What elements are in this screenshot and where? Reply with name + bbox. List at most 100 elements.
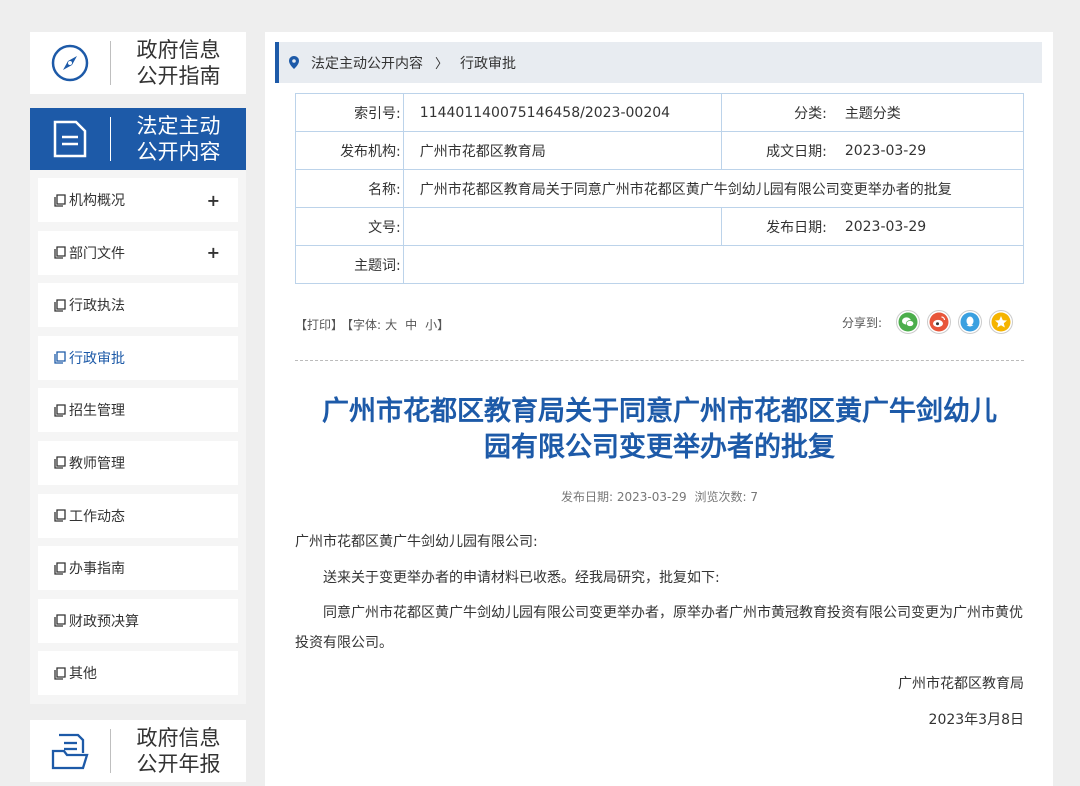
sidebar-item-label: 部门文件 — [69, 245, 125, 262]
sidebar-item-label: 机构概况 — [69, 193, 125, 209]
folder-document-icon — [30, 731, 110, 771]
font-large-button[interactable]: 大 — [385, 318, 397, 332]
print-button[interactable]: 【打印】 — [295, 318, 343, 332]
sidebar-item-label: 财政预决算 — [69, 613, 139, 630]
category-label: 分类: — [720, 93, 829, 132]
sidebar-item-label: 招生管理 — [69, 403, 125, 420]
sidebar-item-org-overview[interactable]: 机构概况 + — [38, 178, 238, 222]
article-title: 广州市花都区教育局关于同意广州市花都区黄广牛剑幼儿 园有限公司变更举办者的批复 — [295, 394, 1024, 466]
guide-card[interactable]: 政府信息 公开指南 — [30, 32, 246, 94]
menu-bottom-pad — [38, 703, 238, 704]
sidebar: 政府信息 公开指南 法定主动 公开内容 机构概况 + 部门文件 + 行政执法 行… — [30, 32, 246, 783]
meta-row: 索引号: 114401140075146458/2023-00204 分类: 主… — [295, 93, 1024, 132]
index-label: 索引号: — [295, 93, 404, 132]
page-icon — [54, 456, 66, 470]
sidebar-item-label: 其他 — [69, 666, 97, 683]
article-signature: 广州市花都区教育局 — [898, 676, 1024, 692]
sidebar-item-service-guide[interactable]: 办事指南 — [38, 546, 238, 591]
expand-plus-icon[interactable]: + — [207, 191, 220, 210]
article-views-value: 7 — [750, 490, 758, 504]
meta-row: 名称: 广州市花都区教育局关于同意广州市花都区黄广牛剑幼儿园有限公司变更举办者的… — [295, 169, 1025, 208]
article-title-line2: 园有限公司变更举办者的批复 — [484, 432, 835, 463]
category-value: 主题分类 — [828, 93, 1024, 132]
article-body: 广州市花都区黄广牛剑幼儿园有限公司: 送来关于变更举办者的申请材料已收悉。经我局… — [295, 532, 1024, 746]
expand-plus-icon[interactable]: + — [207, 243, 220, 262]
annual-report-line2: 公开年报 — [136, 752, 221, 777]
name-value: 广州市花都区教育局关于同意广州市花都区黄广牛剑幼儿园有限公司变更举办者的批复 — [402, 169, 1025, 208]
page-tools: 【打印】 【字体: 大中小】 — [295, 316, 453, 333]
breadcrumb: 法定主动公开内容 〉 行政审批 — [275, 42, 1042, 83]
active-section-card[interactable]: 法定主动 公开内容 — [30, 108, 246, 170]
annual-report-line1: 政府信息 — [136, 726, 221, 751]
guide-card-line2: 公开指南 — [136, 64, 221, 88]
article-salutation: 广州市花都区黄广牛剑幼儿园有限公司: — [295, 534, 538, 550]
page-icon — [54, 299, 66, 312]
meta-row: 文号: 发布日期: 2023-03-29 — [295, 207, 1024, 246]
sidebar-item-budget[interactable]: 财政预决算 — [38, 598, 238, 643]
meta-row: 主题词: — [295, 245, 1025, 284]
sidebar-item-label: 办事指南 — [69, 561, 125, 578]
qzone-star-icon[interactable] — [989, 310, 1014, 334]
publish-date-value: 2023-03-29 — [828, 207, 1024, 246]
sidebar-item-law-enforcement[interactable]: 行政执法 — [38, 283, 238, 328]
dashed-divider — [295, 360, 1024, 361]
publisher-label: 发布机构: — [295, 131, 404, 170]
sidebar-item-label: 工作动态 — [69, 508, 125, 525]
page-icon — [54, 351, 66, 364]
written-date-value: 2023-03-29 — [828, 131, 1024, 170]
annual-report-card[interactable]: 政府信息 公开年报 — [30, 720, 246, 783]
share-bar: 分享到: — [842, 310, 1020, 334]
article-paragraph: 送来关于变更举办者的申请材料已收悉。经我局研究，批复如下: — [323, 570, 720, 586]
article-date-value: 2023-03-29 — [616, 490, 687, 504]
sidebar-item-other[interactable]: 其他 — [38, 651, 238, 696]
sidebar-item-dept-files[interactable]: 部门文件 + — [38, 230, 238, 275]
keywords-label: 主题词: — [295, 245, 404, 284]
page-icon — [54, 509, 66, 522]
name-label: 名称: — [295, 169, 404, 208]
sidebar-menu: 机构概况 + 部门文件 + 行政执法 行政审批 招生管理 教师管理 工作动态 办… — [30, 170, 246, 705]
document-icon — [30, 119, 110, 159]
guide-card-line1: 政府信息 — [136, 38, 221, 62]
document-meta-table: 索引号: 114401140075146458/2023-00204 分类: 主… — [295, 93, 1025, 284]
breadcrumb-separator: 〉 — [435, 57, 449, 72]
compass-icon — [30, 43, 110, 83]
meta-row: 发布机构: 广州市花都区教育局 成文日期: 2023-03-29 — [295, 131, 1024, 170]
sidebar-item-enrollment[interactable]: 招生管理 — [38, 388, 238, 433]
weibo-icon[interactable] — [927, 310, 952, 334]
page-icon — [54, 614, 66, 627]
article-date-label: 发布日期: — [561, 490, 614, 504]
page-icon — [54, 193, 66, 207]
publish-date-label: 发布日期: — [720, 207, 829, 246]
article-sign-date: 2023年3月8日 — [928, 712, 1024, 728]
article-title-line1: 广州市花都区教育局关于同意广州市花都区黄广牛剑幼儿 — [322, 396, 997, 427]
sidebar-item-admin-approval[interactable]: 行政审批 — [38, 335, 238, 380]
guide-card-title: 政府信息 公开指南 — [111, 37, 246, 89]
sidebar-item-work-news[interactable]: 工作动态 — [38, 493, 238, 538]
doc-number-label: 文号: — [295, 207, 404, 246]
qq-icon[interactable] — [958, 310, 983, 334]
written-date-label: 成文日期: — [720, 131, 829, 170]
keywords-value — [402, 245, 1025, 284]
page-icon — [54, 562, 66, 575]
wechat-icon[interactable] — [896, 310, 921, 334]
publisher-value: 广州市花都区教育局 — [402, 131, 722, 170]
article-subinfo: 发布日期: 2023-03-29 浏览次数: 7 — [295, 488, 1024, 505]
page-icon — [54, 246, 66, 259]
doc-number-value — [402, 207, 722, 246]
active-section-title: 法定主动 公开内容 — [111, 113, 246, 165]
active-section-line2: 公开内容 — [136, 140, 221, 164]
font-size-label: 【字体: — [347, 318, 382, 332]
breadcrumb-level2[interactable]: 行政审批 — [460, 53, 516, 73]
article-paragraph: 同意广州市花都区黄广牛剑幼儿园有限公司变更举办者，原举办者广州市黄冠教育投资有限… — [295, 605, 1023, 651]
location-pin-icon — [289, 56, 299, 69]
font-medium-button[interactable]: 中 — [405, 318, 417, 332]
page-icon — [54, 404, 66, 417]
sidebar-item-teachers[interactable]: 教师管理 — [38, 440, 238, 485]
breadcrumb-level1[interactable]: 法定主动公开内容 — [311, 53, 423, 73]
font-small-button[interactable]: 小】 — [425, 318, 449, 332]
annual-report-title: 政府信息 公开年报 — [111, 725, 246, 777]
article-views-label: 浏览次数: — [694, 490, 747, 504]
share-label: 分享到: — [842, 315, 883, 330]
sidebar-item-label: 行政执法 — [69, 298, 125, 315]
sidebar-item-label: 行政审批 — [69, 350, 125, 367]
